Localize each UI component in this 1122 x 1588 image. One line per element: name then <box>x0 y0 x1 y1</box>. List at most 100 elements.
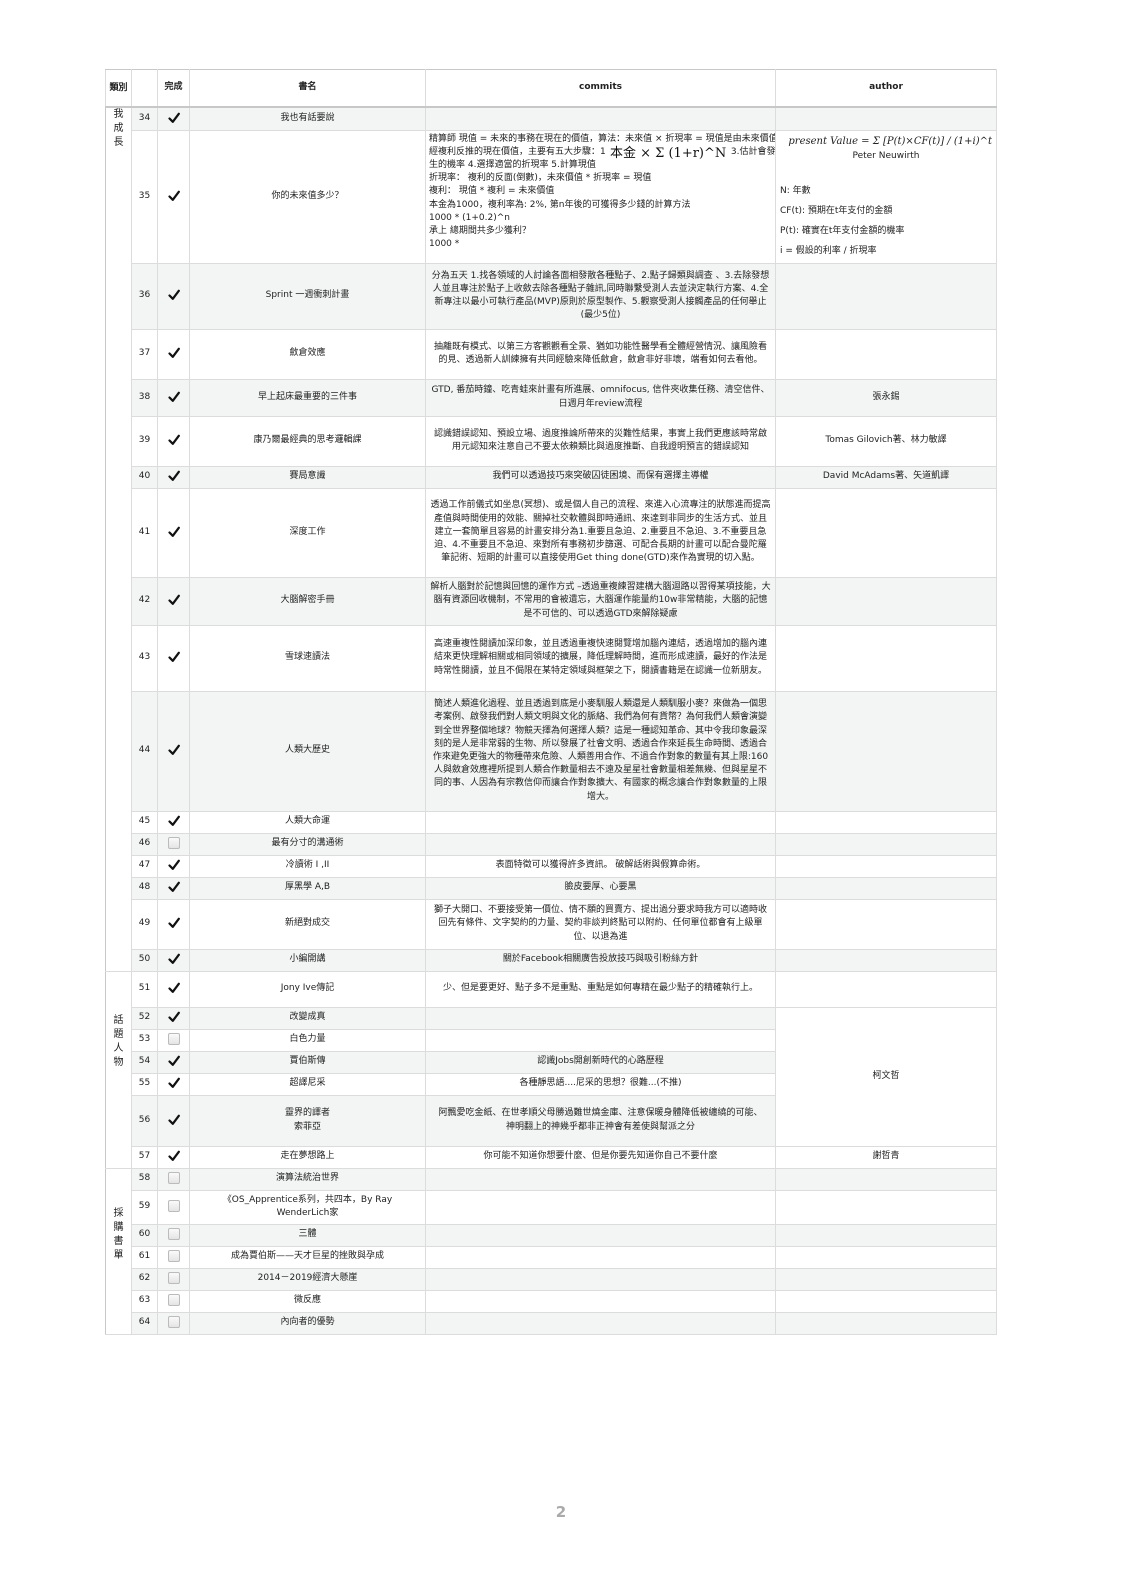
checkmark-icon[interactable] <box>167 1150 180 1162</box>
commits-line: 複利： 現值 * 複利 = 未來價值 <box>429 186 555 197</box>
checkmark-icon[interactable] <box>167 1114 180 1126</box>
done-checkbox-cell[interactable] <box>157 262 190 330</box>
done-checkbox-cell[interactable] <box>157 1072 190 1096</box>
checkmark-icon[interactable] <box>167 526 180 538</box>
commits-cell <box>425 1289 776 1313</box>
done-checkbox-cell[interactable] <box>157 487 190 578</box>
author-cell <box>775 106 997 131</box>
table-row: 47 冷讀術 I ,II 表面特徵可以獲得許多資訊。 破解話術與假算命術。 <box>106 854 997 878</box>
checkmark-icon[interactable] <box>167 917 180 929</box>
checkmark-icon[interactable] <box>167 594 180 606</box>
done-checkbox-cell[interactable] <box>157 948 190 972</box>
book-title-line: 靈界的譯者 <box>284 1108 330 1119</box>
empty-checkbox-icon[interactable] <box>167 1272 180 1285</box>
checkmark-icon[interactable] <box>167 112 180 124</box>
book-title: 走在夢想路上 <box>189 1145 426 1169</box>
done-checkbox-cell[interactable] <box>157 1006 190 1030</box>
done-checkbox-cell[interactable] <box>157 1050 190 1074</box>
checkmark-icon[interactable] <box>167 953 180 965</box>
done-checkbox-cell[interactable] <box>157 1145 190 1169</box>
checkmark-icon[interactable] <box>167 1077 180 1089</box>
checkmark-icon[interactable] <box>167 859 180 871</box>
done-checkbox-cell[interactable] <box>157 1267 190 1291</box>
checkmark-icon[interactable] <box>167 347 180 359</box>
checkmark-icon[interactable] <box>167 651 180 663</box>
book-title-line: WenderLich家 <box>276 1208 339 1218</box>
checkmark-icon[interactable] <box>167 1055 180 1067</box>
done-checkbox-cell[interactable] <box>157 690 190 812</box>
checkmark-icon[interactable] <box>167 815 180 827</box>
book-title-line: 《OS_Apprentice系列，共四本，By Ray <box>222 1194 393 1205</box>
author-cell <box>775 948 997 972</box>
header-category: 類別 <box>105 69 132 108</box>
checkmark-icon[interactable] <box>167 1011 180 1023</box>
book-title: 雪球速讀法 <box>189 624 426 692</box>
done-checkbox-cell[interactable] <box>157 810 190 834</box>
done-checkbox-cell[interactable] <box>157 129 190 264</box>
done-checkbox-cell[interactable] <box>157 1094 190 1147</box>
done-checkbox-cell[interactable] <box>157 106 190 131</box>
book-title: 康乃爾最經典的思考邏輯課 <box>189 415 426 467</box>
table-row: 44 人類大歷史 簡述人類進化過程、並且透過到底是小麥馴服人類還是人類馴服小麥？來做… <box>106 690 997 812</box>
table-row: 60 三體 <box>106 1223 997 1247</box>
checkmark-icon[interactable] <box>167 434 180 446</box>
checkmark-icon[interactable] <box>167 391 180 403</box>
table-row: 64 內向者的優勢 <box>106 1311 997 1335</box>
author-cell <box>775 328 997 380</box>
empty-checkbox-icon[interactable] <box>167 1294 180 1307</box>
done-checkbox-cell[interactable] <box>157 1311 190 1335</box>
done-checkbox-cell[interactable] <box>157 415 190 467</box>
done-checkbox-cell[interactable] <box>157 1223 190 1247</box>
checkmark-icon[interactable] <box>167 190 180 202</box>
row-number: 59 <box>131 1189 158 1225</box>
commits-cell <box>425 1189 776 1225</box>
done-checkbox-cell[interactable] <box>157 898 190 950</box>
done-checkbox-cell[interactable] <box>157 1167 190 1191</box>
checkmark-icon[interactable] <box>167 982 180 994</box>
commits-cell: 獅子大開口、不要接受第一價位、情不願的買賣方、提出過分要求時我方可以適時收回先有… <box>425 898 776 950</box>
author-cell <box>775 262 997 330</box>
done-checkbox-cell[interactable] <box>157 854 190 878</box>
checkmark-icon[interactable] <box>167 881 180 893</box>
checkmark-icon[interactable] <box>167 470 180 482</box>
commits-line: 本金為1000，複利率為: 2%, 第n年後的可獲得多少錢的計算方法 <box>429 199 691 210</box>
done-checkbox-cell[interactable] <box>157 1245 190 1269</box>
category-cell-growth: 我成長 <box>105 106 132 972</box>
author-cell: present Value = Σ [P(t)×CF(t)] / (1+i)^t… <box>775 129 997 264</box>
done-checkbox-cell[interactable] <box>157 576 190 626</box>
commits-cell <box>425 1167 776 1191</box>
table-row: 我成長 34 我也有話要說 <box>105 106 997 972</box>
checkmark-icon[interactable] <box>167 744 180 756</box>
category-char: 長 <box>113 137 124 148</box>
category-cell-buy: 採購書單 <box>105 1167 132 1335</box>
commits-cell <box>425 1311 776 1335</box>
done-checkbox-cell[interactable] <box>157 876 190 900</box>
empty-checkbox-icon[interactable] <box>167 1200 180 1213</box>
book-title-line: 索菲亞 <box>293 1121 321 1132</box>
done-checkbox-cell[interactable] <box>157 832 190 856</box>
done-checkbox-cell[interactable] <box>157 1189 190 1225</box>
table-row: 46 最有分寸的溝通術 <box>106 832 997 856</box>
empty-checkbox-icon[interactable] <box>167 837 180 850</box>
done-checkbox-cell[interactable] <box>157 328 190 380</box>
book-title: 人類大歷史 <box>189 690 426 812</box>
book-title: 《OS_Apprentice系列，共四本，By Ray WenderLich家 <box>189 1189 426 1225</box>
checkmark-icon[interactable] <box>167 289 180 301</box>
author-cell <box>775 576 997 626</box>
author-cell <box>775 1223 997 1247</box>
empty-checkbox-icon[interactable] <box>167 1316 180 1329</box>
empty-checkbox-icon[interactable] <box>167 1172 180 1185</box>
empty-checkbox-icon[interactable] <box>167 1250 180 1263</box>
empty-checkbox-icon[interactable] <box>167 1033 180 1046</box>
done-checkbox-cell[interactable] <box>157 624 190 692</box>
formula-variable: P(t): 確實在t年支付金額的機率 <box>780 225 905 236</box>
done-checkbox-cell[interactable] <box>157 465 190 489</box>
author-cell <box>775 810 997 834</box>
row-number: 54 <box>131 1050 158 1074</box>
done-checkbox-cell[interactable] <box>157 970 190 1008</box>
done-checkbox-cell[interactable] <box>157 1289 190 1313</box>
empty-checkbox-icon[interactable] <box>167 1228 180 1241</box>
book-title: 小編開講 <box>189 948 426 972</box>
done-checkbox-cell[interactable] <box>157 1028 190 1052</box>
done-checkbox-cell[interactable] <box>157 378 190 417</box>
